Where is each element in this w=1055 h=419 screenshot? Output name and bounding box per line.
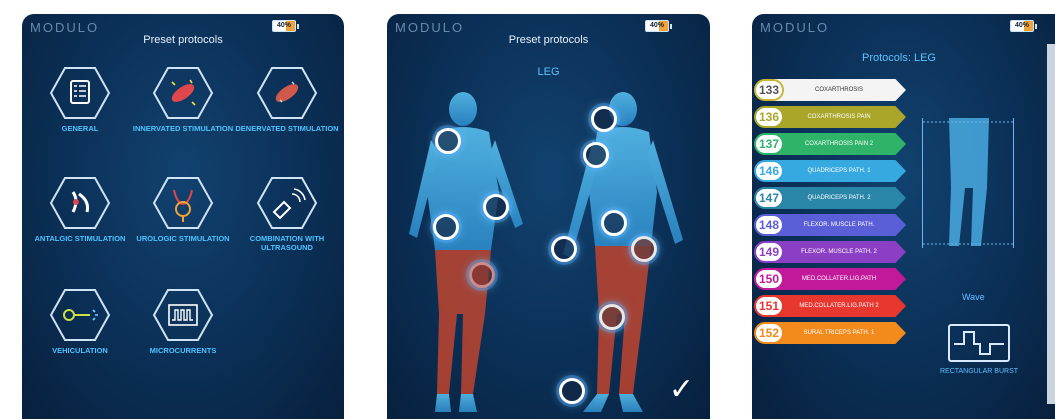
electrode-point-chest-front[interactable]	[583, 142, 609, 168]
protocol-list-item[interactable]: COXARTHROSIS 133	[752, 78, 912, 102]
protocol-number: 152	[754, 322, 784, 344]
protocol-label: INNERVATED STIMULATION	[132, 124, 234, 133]
electrode-point-lower-back[interactable]	[433, 214, 459, 240]
protocol-microcurrents[interactable]: MICROCURRENTS	[131, 288, 235, 355]
battery-indicator: 40%	[1010, 20, 1037, 32]
protocol-list-item[interactable]: MED.COLLATER.LIG.PATH 2 151	[752, 294, 912, 318]
protocol-list-item[interactable]: COXARTHROSIS PAIN 136	[752, 105, 912, 129]
protocol-label: COMBINATION WITH ULTRASOUND	[249, 234, 325, 252]
electrode-point-hip-front[interactable]	[631, 236, 657, 262]
ultrasound-probe-icon	[256, 176, 318, 230]
protocol-name: COXARTHROSIS	[774, 79, 906, 101]
protocol-number: 137	[754, 133, 784, 155]
protocol-antalgic[interactable]: ANTALGIC STIMULATION	[28, 176, 132, 243]
electrode-point-elbow-back[interactable]	[483, 194, 509, 220]
electrode-point-glute[interactable]	[469, 262, 495, 288]
protocol-label: GENERAL	[61, 124, 99, 133]
protocol-name: QUADRICEPS PATH. 1	[774, 160, 906, 182]
protocol-number: 133	[754, 79, 784, 101]
protocol-label: DENERVATED STIMULATION	[235, 124, 339, 133]
protocol-name: FLEXOR. MUSCLE PATH.	[774, 214, 906, 236]
protocol-number: 147	[754, 187, 784, 209]
protocol-denervated[interactable]: DENERVATED STIMULATION	[235, 66, 339, 133]
urologic-icon	[152, 176, 214, 230]
protocol-name: MED.COLLATER.LIG.PATH	[774, 268, 906, 290]
screen-title: Preset protocols	[143, 34, 223, 46]
scrollbar[interactable]	[1047, 44, 1055, 404]
protocol-name: QUADRICEPS PATH. 2	[774, 187, 906, 209]
protocol-name: COXARTHROSIS PAIN 2	[774, 133, 906, 155]
protocol-list-item[interactable]: SURAL TRICEPS PATH. 1 152	[752, 321, 912, 345]
wave-type-name: RECTANGULAR BURST	[939, 368, 1019, 375]
protocol-list-item[interactable]: MED.COLLATER.LIG.PATH 150	[752, 267, 912, 291]
protocol-list-item[interactable]: QUADRICEPS PATH. 2 147	[752, 186, 912, 210]
protocol-ultrasound[interactable]: COMBINATION WITH ULTRASOUND	[235, 176, 339, 252]
protocol-name: COXARTHROSIS PAIN	[774, 106, 906, 128]
protocols-title: Protocols: LEG	[862, 52, 936, 64]
protocol-list-item[interactable]: FLEXOR. MUSCLE PATH. 2 149	[752, 240, 912, 264]
battery-indicator: 40%	[272, 20, 299, 32]
electrode-point-foot[interactable]	[559, 378, 585, 404]
protocol-list-item[interactable]: COXARTHROSIS PAIN 2 137	[752, 132, 912, 156]
protocol-label: MICROCURRENTS	[149, 346, 217, 355]
protocol-innervated[interactable]: INNERVATED STIMULATION	[131, 66, 235, 133]
antalgic-joint-icon	[49, 176, 111, 230]
protocol-list-item[interactable]: QUADRICEPS PATH. 1 146	[752, 159, 912, 183]
protocol-number: 148	[754, 214, 784, 236]
modulo-logo: MODULO	[30, 20, 100, 35]
protocol-name: SURAL TRICEPS PATH. 1	[774, 322, 906, 344]
protocol-number: 146	[754, 160, 784, 182]
protocol-vehiculation[interactable]: VEHICULATION	[28, 288, 132, 355]
protocol-urologic[interactable]: UROLOGIC STIMULATION	[131, 176, 235, 243]
protocol-label: VEHICULATION	[52, 346, 108, 355]
preset-protocols-screen: MODULO 40% Preset protocols GENERAL INNE…	[22, 14, 344, 419]
modulo-logo: MODULO	[760, 20, 830, 35]
wave-label: Wave	[962, 292, 985, 302]
protocol-label: ANTALGIC STIMULATION	[34, 234, 126, 243]
vehiculation-icon	[49, 288, 111, 342]
denervated-muscle-icon	[256, 66, 318, 120]
electrode-point-abdomen-front[interactable]	[601, 210, 627, 236]
checklist-icon	[49, 66, 111, 120]
protocol-general[interactable]: GENERAL	[28, 66, 132, 133]
electrode-point-hand[interactable]	[551, 236, 577, 262]
body-figures-illustration	[409, 92, 683, 412]
protocol-label: UROLOGIC STIMULATION	[136, 234, 230, 243]
electrode-point-thigh-front[interactable]	[599, 304, 625, 330]
protocol-number: 151	[754, 295, 784, 317]
protocol-name: MED.COLLATER.LIG.PATH 2	[774, 295, 906, 317]
rectangular-burst-wave-icon[interactable]	[948, 324, 1010, 362]
leg-figure-preview	[922, 118, 1015, 248]
protocol-list-item[interactable]: FLEXOR. MUSCLE PATH. 148	[752, 213, 912, 237]
leg-protocols-list-screen: MODULO 40% Protocols: LEG COXARTHROSIS 13…	[752, 14, 1055, 419]
innervated-muscle-icon	[152, 66, 214, 120]
protocol-number: 150	[754, 268, 784, 290]
protocol-number: 149	[754, 241, 784, 263]
protocol-number: 136	[754, 106, 784, 128]
microcurrent-wave-icon	[152, 288, 214, 342]
leg-body-map-screen: MODULO 40% Preset protocols LEG ✓	[387, 14, 710, 419]
protocol-name: FLEXOR. MUSCLE PATH. 2	[774, 241, 906, 263]
protocol-list: COXARTHROSIS 133 COXARTHROSIS PAIN 136 COXAR…	[752, 78, 912, 348]
electrode-point-shoulder-front[interactable]	[591, 106, 617, 132]
electrode-point-shoulder-back[interactable]	[435, 128, 461, 154]
confirm-check-icon[interactable]: ✓	[669, 372, 694, 407]
